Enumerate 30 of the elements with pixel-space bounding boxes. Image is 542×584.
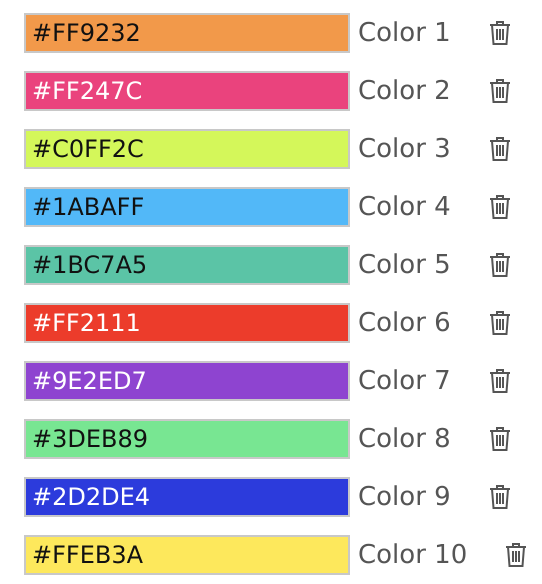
color-label: Color 7 — [358, 366, 451, 396]
trash-icon[interactable] — [488, 194, 511, 220]
color-label: Color 1 — [358, 18, 451, 48]
color-input-field[interactable]: #1BC7A5 — [24, 245, 350, 285]
color-input-field[interactable]: #FF9232 — [24, 13, 350, 53]
trash-icon[interactable] — [488, 78, 511, 104]
trash-icon[interactable] — [488, 136, 511, 162]
color-input-field[interactable]: #C0FF2C — [24, 129, 350, 169]
trash-icon[interactable] — [488, 20, 511, 46]
color-label: Color 2 — [358, 76, 451, 106]
color-label: Color 4 — [358, 192, 451, 222]
color-input-field[interactable]: #FFEB3A — [24, 535, 350, 575]
color-label: Color 5 — [358, 250, 451, 280]
color-input-field[interactable]: #FF2111 — [24, 303, 350, 343]
color-label: Color 9 — [358, 482, 451, 512]
color-label: Color 6 — [358, 308, 451, 338]
trash-icon[interactable] — [488, 484, 511, 510]
trash-icon[interactable] — [505, 542, 528, 568]
color-label: Color 8 — [358, 424, 451, 454]
color-input-field[interactable]: #FF247C — [24, 71, 350, 111]
color-input-field[interactable]: #1ABAFF — [24, 187, 350, 227]
color-input-field[interactable]: #9E2ED7 — [24, 361, 350, 401]
color-input-field[interactable]: #2D2DE4 — [24, 477, 350, 517]
trash-icon[interactable] — [488, 310, 511, 336]
trash-icon[interactable] — [488, 368, 511, 394]
color-label: Color 10 — [358, 540, 468, 570]
color-label: Color 3 — [358, 134, 451, 164]
trash-icon[interactable] — [488, 426, 511, 452]
color-input-field[interactable]: #3DEB89 — [24, 419, 350, 459]
trash-icon[interactable] — [488, 252, 511, 278]
